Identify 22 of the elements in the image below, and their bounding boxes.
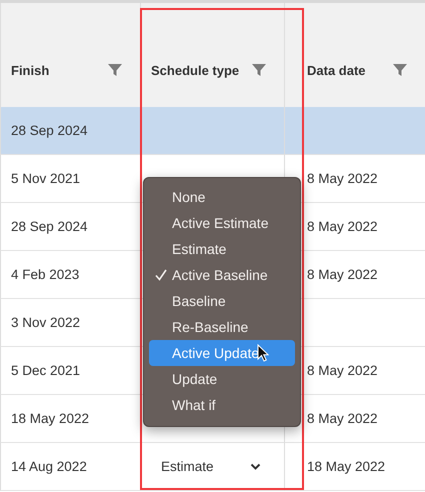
column-header[interactable]: Finish — [11, 62, 50, 78]
table-cell: 18 May 2022 — [0, 395, 140, 443]
table-cell: 14 Aug 2022 — [0, 443, 140, 491]
table-cell: 18 May 2022 — [284, 443, 425, 491]
menu-item[interactable]: Re-Baseline — [149, 314, 295, 340]
cursor-icon — [257, 344, 269, 362]
filter-icon[interactable] — [252, 63, 266, 77]
column-header[interactable]: Schedule type — [151, 62, 240, 78]
table-cell: 5 Nov 2021 — [0, 155, 140, 203]
table-cell: 3 Nov 2022 — [0, 299, 140, 347]
table-cell: 4 Feb 2023 — [0, 251, 140, 299]
table-cell: 8 May 2022 — [284, 155, 425, 203]
filter-icon[interactable] — [393, 63, 407, 77]
table-cell: 5 Dec 2021 — [0, 347, 140, 395]
filter-icon[interactable] — [108, 63, 122, 77]
schedule-type-select[interactable]: Estimate — [151, 455, 261, 478]
checkmark-icon — [155, 269, 167, 281]
menu-item[interactable]: Active Update — [149, 340, 295, 366]
table-cell: 28 Sep 2024 — [0, 203, 140, 251]
column-header[interactable]: Data date — [307, 62, 366, 78]
table-cell: 28 Sep 2024 — [0, 107, 140, 155]
chevron-down-icon — [250, 462, 261, 470]
